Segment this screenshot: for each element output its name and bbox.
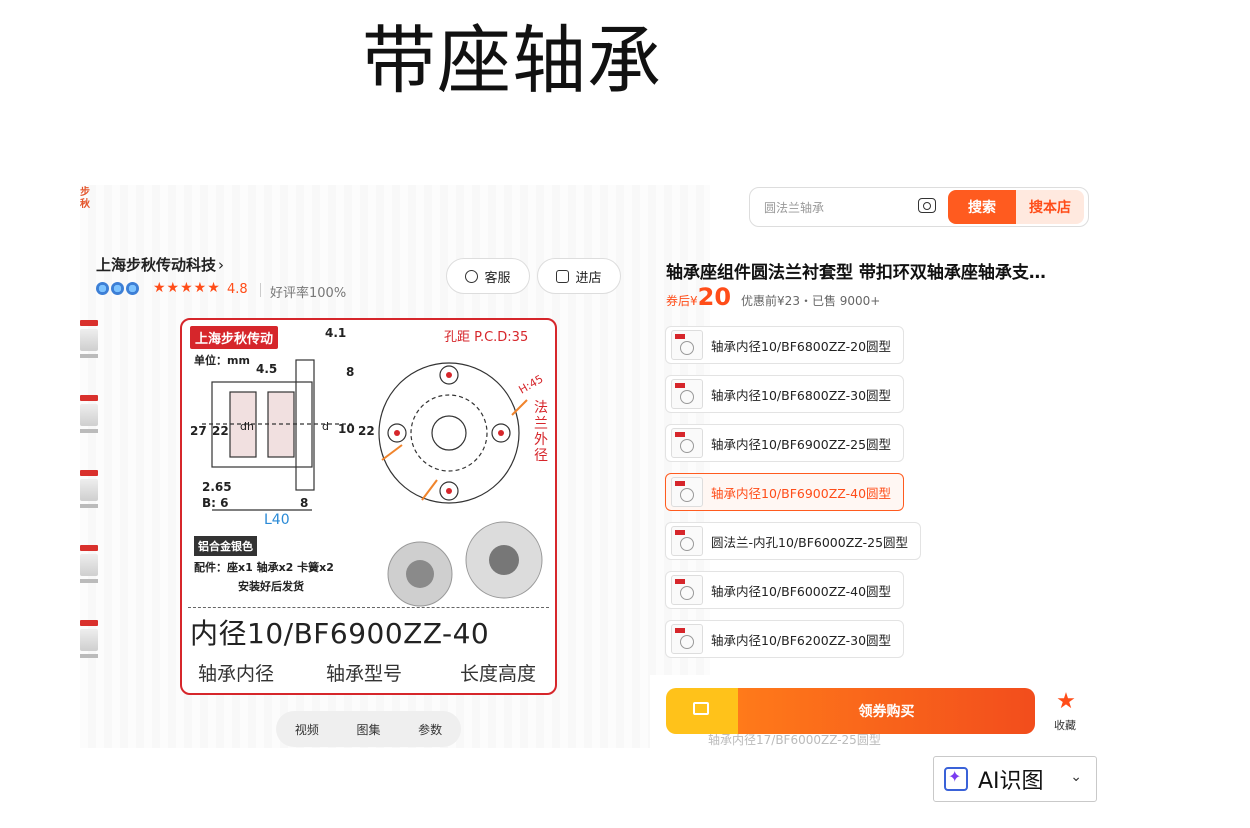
sku-thumbnail (671, 379, 703, 409)
sku-option[interactable]: 轴承内径10/BF6800ZZ-30圆型 (665, 375, 905, 413)
camera-icon[interactable] (918, 198, 936, 213)
dim-label: 22 (358, 424, 375, 438)
medal-icon (126, 282, 139, 295)
sku-option[interactable]: 圆法兰-内孔10/BF6000ZZ-25圆型 (665, 522, 922, 560)
buy-button-group: 领券购买 (666, 688, 1035, 734)
page-title: 带座轴承 (362, 18, 662, 104)
legend-label: 轴承内径 (198, 663, 275, 685)
search-button[interactable]: 搜索 (948, 190, 1016, 224)
divider (260, 283, 261, 297)
favorite-label[interactable]: 收藏 (1054, 717, 1076, 733)
medal-icon (111, 282, 124, 295)
sku-thumbnail (671, 330, 703, 360)
model-label: 内径10/BF6900ZZ-40 (190, 617, 490, 650)
search-in-store-button[interactable]: 搜本店 (1016, 190, 1084, 224)
sku-label: 轴承内径10/BF6200ZZ-30圆型 (711, 632, 892, 648)
dim-label: L40 (264, 512, 290, 528)
divider (188, 607, 549, 608)
sku-thumbnail (671, 575, 703, 605)
pcd-label: 孔距 P.C.D:35 (444, 330, 529, 345)
sku-option[interactable]: 轴承内径10/BF6900ZZ-25圆型 (665, 424, 905, 462)
good-rate: 好评率100% (270, 286, 347, 301)
store-name: 上海步秋传动科技 (96, 256, 217, 274)
medal-icon (96, 282, 109, 295)
shipping-label: 安装好后发货 (238, 580, 304, 593)
sku-option-selected[interactable]: 轴承内径10/BF6900ZZ-40圆型 (665, 473, 905, 511)
smile-icon (465, 269, 479, 283)
unit-label: 单位：mm (194, 354, 250, 367)
dim-label: B: 6 (202, 496, 229, 510)
brand-label: 上海步秋传动 (190, 326, 279, 349)
chevron-right-icon: › (218, 256, 225, 274)
dim-label: dh (240, 420, 254, 433)
tab-gallery[interactable]: 图集 (356, 721, 380, 738)
store-name-link[interactable]: 上海步秋传动科技 › (96, 254, 224, 275)
dim-label: 2.65 (202, 480, 232, 494)
legend-label: 轴承型号 (326, 663, 403, 685)
sku-thumbnail (671, 428, 703, 458)
coupon-buy-button[interactable]: 领券购买 (738, 688, 1035, 734)
star-icon[interactable]: ★ (1054, 691, 1078, 713)
thumbnail[interactable] (80, 320, 98, 360)
price-meta: 优惠前¥23・已售 9000+ (741, 294, 881, 308)
thumbnail-strip (80, 320, 98, 690)
sku-thumbnail (671, 624, 703, 654)
store-icon (556, 269, 570, 283)
dim-label: 4.5 (256, 362, 278, 376)
dim-label: 8 (300, 496, 309, 510)
sku-label: 轴承内径10/BF6800ZZ-20圆型 (711, 338, 892, 354)
sku-label: 轴承内径10/BF6900ZZ-40圆型 (711, 485, 892, 501)
thumbnail[interactable] (80, 620, 98, 660)
search-bar: 圆法兰轴承 搜索 搜本店 (749, 187, 1089, 227)
ai-image-recognition-button[interactable]: AI识图 ⌄ (933, 756, 1097, 802)
add-to-cart-button[interactable] (666, 688, 738, 734)
thumbnail[interactable] (80, 395, 98, 435)
material-label: 铝合金银色 (194, 536, 257, 556)
sku-option[interactable]: 轴承内径10/BF6200ZZ-30圆型 (665, 620, 905, 658)
enter-store-button[interactable]: 进店 (537, 258, 621, 294)
dim-label: 22 (212, 424, 229, 438)
tab-params[interactable]: 参数 (418, 721, 442, 738)
legend-label: 长度高度 (460, 663, 537, 685)
ai-scan-icon (944, 767, 968, 791)
sku-label: 圆法兰-内孔10/BF6000ZZ-25圆型 (711, 534, 909, 550)
dim-label: d (322, 420, 329, 433)
thumbnail[interactable] (80, 470, 98, 510)
product-screenshot: 步秋 上海步秋传动科技 › ★★★★★ 4.8 好评率100% 客服 进店 上海… (80, 185, 1091, 748)
tab-video[interactable]: 视频 (295, 721, 319, 738)
store-rating: 4.8 (227, 282, 248, 297)
price-row: 券后¥ 20 优惠前¥23・已售 9000+ (666, 283, 880, 311)
dim-label: 10 (338, 422, 355, 436)
thumbnail[interactable] (80, 545, 98, 585)
customer-service-button[interactable]: 客服 (446, 258, 530, 294)
ai-label: AI识图 (978, 769, 1044, 794)
sku-thumbnail (671, 477, 703, 507)
chevron-down-icon[interactable]: ⌄ (1070, 769, 1082, 785)
customer-service-label: 客服 (484, 270, 511, 286)
sku-thumbnail (671, 526, 703, 556)
sku-label: 轴承内径10/BF6800ZZ-30圆型 (711, 387, 892, 403)
media-tabs: 视频 图集 参数 (276, 711, 461, 747)
flange-label: 法兰外径 (534, 400, 548, 464)
cart-icon (693, 702, 709, 715)
dim-label: 8 (346, 365, 355, 379)
dim-label: 27 (190, 424, 207, 438)
sku-label: 轴承内径10/BF6900ZZ-25圆型 (711, 436, 892, 452)
sku-label: 轴承内径10/BF6000ZZ-40圆型 (711, 583, 892, 599)
star-rating-icon: ★★★★★ (153, 280, 221, 296)
sku-option[interactable]: 轴承内径10/BF6000ZZ-40圆型 (665, 571, 905, 609)
parts-label: 配件：座x1 轴承x2 卡簧x2 (194, 561, 334, 574)
price-prefix: 券后¥ (666, 294, 698, 308)
enter-store-label: 进店 (575, 270, 602, 286)
sku-option[interactable]: 轴承内径10/BF6800ZZ-20圆型 (665, 326, 905, 364)
search-input[interactable]: 圆法兰轴承 (764, 199, 824, 216)
product-image[interactable]: 上海步秋传动 单位：mm 孔距 P.C.D:35 4.1 4.5 8 27 22… (180, 318, 557, 695)
edge-brand-text: 步秋 (80, 187, 90, 210)
dim-label: 4.1 (325, 326, 347, 340)
price-value: 20 (697, 283, 732, 311)
store-medals (96, 282, 139, 295)
product-title: 轴承座组件圆法兰衬套型 带扣环双轴承座轴承支… (666, 263, 1046, 283)
